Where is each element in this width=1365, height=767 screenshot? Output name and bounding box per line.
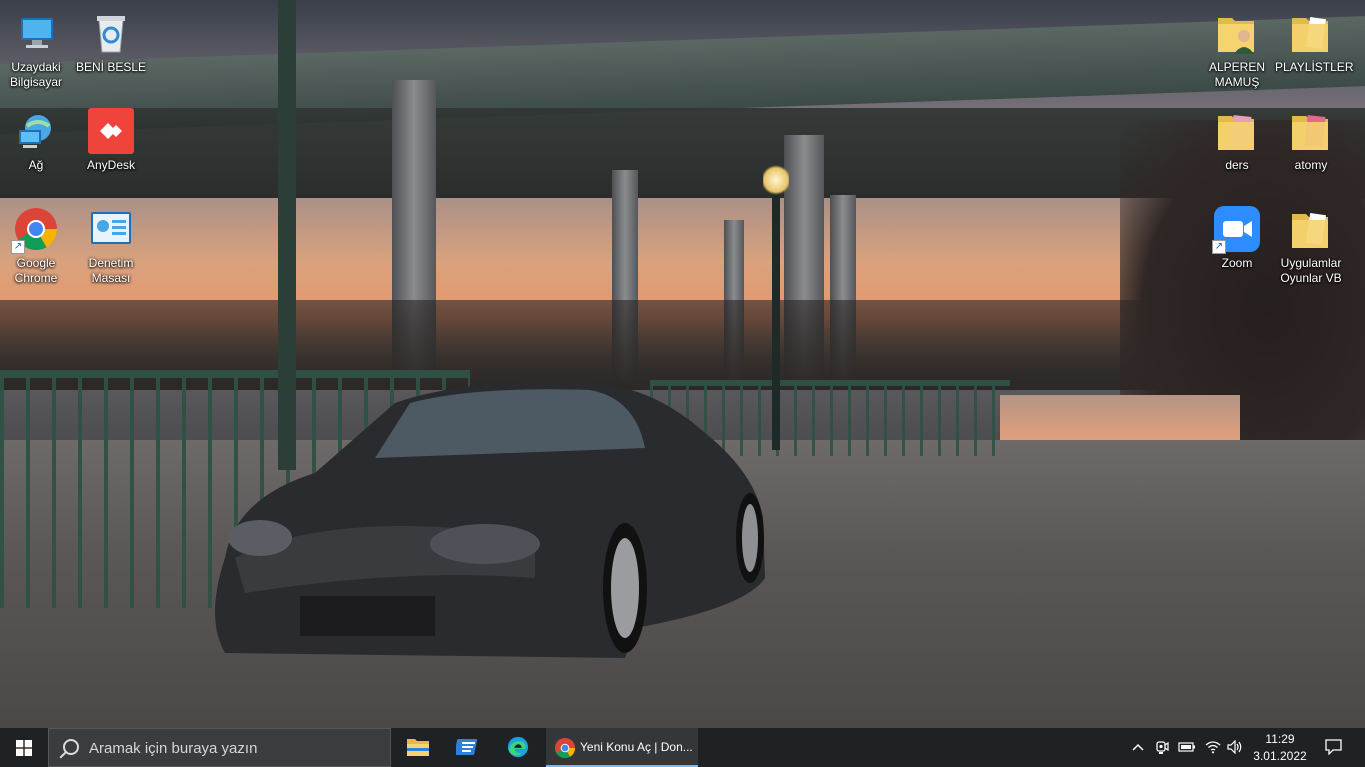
desktop-icon-label: Denetim Masası [88,256,134,285]
desktop-icon-playlistler[interactable]: PLAYLİSTLER [1275,2,1354,75]
search-placeholder: Aramak için buraya yazın [89,740,258,757]
desktop-icon-label: ders [1225,158,1249,172]
start-button[interactable] [0,728,48,767]
tray-volume[interactable] [1224,728,1246,767]
tray-battery[interactable] [1176,728,1198,767]
desktop-icon-beni-besle[interactable]: BENİ BESLE [75,2,147,75]
chrome-icon: ↗ [11,206,59,254]
desktop-icon-zoom[interactable]: ↗ Zoom [1201,198,1273,271]
taskbar-chrome-window[interactable]: Yeni Konu Aç | Don... [546,728,698,767]
windows-logo-icon [16,740,32,756]
folder-icon [1214,108,1260,154]
wifi-icon [1205,741,1221,754]
desktop-icon-anydesk[interactable]: AnyDesk [75,100,147,173]
anydesk-icon [88,108,134,154]
desktop-icon-label: Uzaydaki Bilgisayar [9,60,63,89]
taskbar-clock[interactable]: 11:29 3.01.2022 [1252,728,1308,767]
shortcut-arrow-icon: ↗ [11,240,25,254]
shortcut-arrow-icon: ↗ [1212,240,1226,254]
desktop-icon-google-chrome[interactable]: ↗ Google Chrome [0,198,72,286]
desktop-icon-label: BENİ BESLE [75,60,147,74]
edge-icon [507,736,529,758]
folder-icon [407,739,429,756]
wallpaper-car [215,382,765,658]
taskbar-control-panel[interactable] [444,728,492,767]
desktop[interactable]: Uzaydaki Bilgisayar BENİ BESLE Ağ AnyDes… [0,0,1365,728]
search-icon [63,739,79,755]
desktop-icon-ag[interactable]: Ağ [0,100,72,173]
notification-icon [1325,739,1342,755]
desktop-icon-label: AnyDesk [86,158,136,172]
desktop-icon-label: atomy [1294,158,1328,172]
tray-meet-now[interactable] [1152,728,1172,767]
battery-icon [1178,742,1195,752]
desktop-icon-ders[interactable]: ders [1201,100,1273,173]
desktop-icon-uzaydaki-bilgisayar[interactable]: Uzaydaki Bilgisayar [0,2,72,90]
chevron-up-icon [1132,743,1144,751]
user-folder-icon [1214,10,1260,56]
desktop-icon-label: Uygulamlar Oyunlar VB [1280,256,1342,285]
taskbar-window-title: Yeni Konu Aç | Don... [580,740,693,754]
control-panel-icon [456,739,478,755]
clock-date: 3.01.2022 [1253,749,1307,763]
network-icon [13,108,59,154]
desktop-icon-label: Google Chrome [14,256,58,285]
tray-network[interactable] [1202,728,1224,767]
taskbar-edge[interactable] [494,728,542,767]
desktop-icon-label: PLAYLİSTLER [1275,60,1354,74]
computer-icon [13,10,59,56]
desktop-icon-denetim-masasi[interactable]: Denetim Masası [75,198,147,286]
show-hidden-icons-button[interactable] [1128,728,1148,767]
folder-icon [1288,108,1334,154]
folder-icon [1288,10,1334,56]
taskbar: Aramak için buraya yazın Yeni Konu Aç | … [0,728,1365,767]
control-panel-icon [88,206,134,252]
desktop-icon-label: ALPEREN MAMUŞ [1208,60,1266,89]
action-center-button[interactable] [1318,728,1348,767]
zoom-icon: ↗ [1212,206,1260,254]
taskbar-file-explorer[interactable] [394,728,442,767]
speaker-icon [1227,740,1242,754]
desktop-icon-label: Ağ [28,158,44,172]
chrome-icon [554,737,576,759]
recycle-bin-icon [88,10,134,56]
desktop-icon-uygulamlar[interactable]: Uygulamlar Oyunlar VB [1275,198,1347,286]
desktop-icon-atomy[interactable]: atomy [1275,100,1347,173]
wallpaper-lamp-pole [772,180,780,450]
webcam-icon [1156,741,1169,754]
clock-time: 11:29 [1265,732,1295,746]
desktop-icon-alperen-mamus[interactable]: ALPEREN MAMUŞ [1201,2,1273,90]
wallpaper-lamp [763,165,789,195]
desktop-icon-label: Zoom [1221,256,1253,270]
folder-icon [1288,206,1334,252]
taskbar-search-box[interactable]: Aramak için buraya yazın [48,728,391,767]
